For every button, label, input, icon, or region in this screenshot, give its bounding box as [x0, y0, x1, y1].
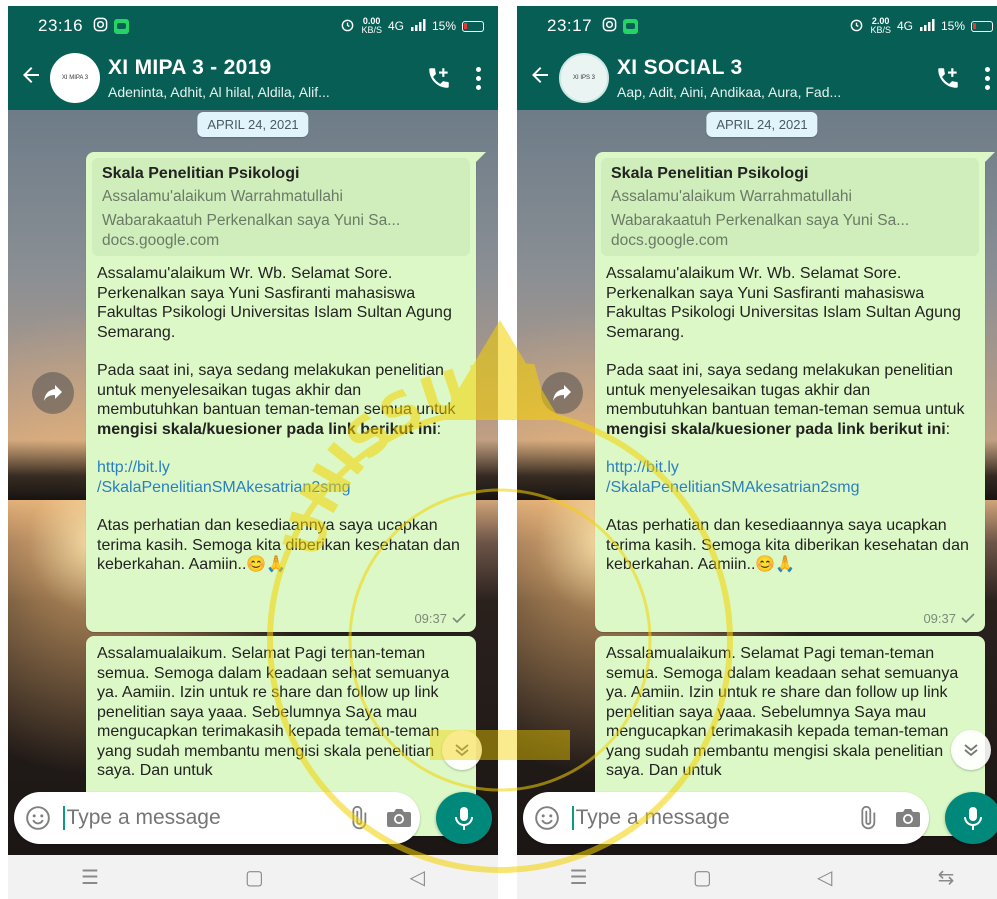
signal-bars-icon: [410, 18, 426, 34]
back-nav-icon[interactable]: ◁: [817, 865, 832, 890]
instagram-icon: [93, 17, 108, 35]
message-paragraph: Atas perhatian dan kesediaannya saya uca…: [97, 517, 460, 573]
whatsapp-notification-icon: [114, 18, 130, 34]
battery-icon: [971, 20, 993, 32]
instagram-icon: [602, 17, 617, 35]
phone-screen-right: 23:17 2.00 KB/S 4G 15% XI IPS 3 XI SOCIAL: [517, 6, 997, 899]
text-cursor: [62, 806, 65, 830]
chat-title: XI SOCIAL 3: [617, 56, 743, 79]
message-paragraph: Pada saat ini, saya sedang melakukan pen…: [97, 362, 456, 438]
message-input-bar: [14, 792, 420, 844]
message-paragraph: Assalamu'alaikum Wr. Wb. Selamat Sore. P…: [606, 265, 961, 341]
battery-percent: 15%: [940, 19, 965, 33]
microphone-button[interactable]: [436, 792, 492, 844]
message-link[interactable]: http://bit.ly/SkalaPenelitianSMAkesatria…: [97, 458, 466, 497]
status-time: 23:17: [547, 16, 593, 35]
status-time: 23:16: [38, 16, 84, 35]
battery-percent: 15%: [431, 19, 456, 33]
scroll-down-icon[interactable]: [951, 730, 991, 770]
home-nav-icon[interactable]: ▢: [245, 865, 264, 890]
link-preview[interactable]: Skala Penelitian Psikologi Assalamu'alai…: [92, 158, 470, 256]
add-call-icon[interactable]: [420, 58, 458, 98]
microphone-button[interactable]: [945, 792, 997, 844]
link-preview-desc-line1: Assalamu'alaikum Warrahmatullahi: [611, 188, 852, 205]
group-avatar[interactable]: XI MIPA 3: [50, 53, 100, 103]
chat-participants: Aap, Adit, Aini, Andikaa, Aura, Fad...: [617, 84, 842, 100]
sent-check-icon: [961, 611, 975, 626]
message-text: Assalamu'alaikum Wr. Wb. Selamat Sore. P…: [86, 256, 476, 575]
add-call-icon[interactable]: [929, 58, 967, 98]
more-options-icon[interactable]: [967, 66, 997, 90]
message-bubble[interactable]: Skala Penelitian Psikologi Assalamu'alai…: [86, 152, 486, 632]
status-bar: 23:17 2.00 KB/S 4G 15%: [517, 6, 997, 46]
forward-icon[interactable]: [32, 372, 74, 414]
message-paragraph: Atas perhatian dan kesediaannya saya uca…: [606, 517, 969, 573]
network-speed: 2.00 KB/S: [870, 16, 891, 35]
alarm-icon: [849, 17, 864, 35]
link-preview-domain: docs.google.com: [611, 232, 729, 249]
chat-header: XI MIPA 3 XI MIPA 3 - 2019 Adeninta, Adh…: [8, 46, 498, 110]
network-speed: 0.00 KB/S: [361, 16, 382, 35]
rotate-nav-icon[interactable]: ⇆: [938, 865, 955, 890]
message-meta: 09:37: [923, 611, 975, 626]
link-preview-title: Skala Penelitian Psikologi: [611, 165, 809, 182]
message-paragraph: Assalamu'alaikum Wr. Wb. Selamat Sore. P…: [97, 265, 452, 341]
message-meta: 09:37: [414, 611, 466, 626]
message-text: Assalamualaikum. Selamat Pagi teman-tema…: [606, 645, 959, 779]
sent-check-icon: [452, 611, 466, 626]
whatsapp-notification-icon: [623, 18, 639, 34]
message-time: 09:37: [923, 611, 956, 626]
emoji-icon[interactable]: [14, 805, 63, 831]
chat-title: XI MIPA 3 - 2019: [108, 56, 272, 79]
link-preview-desc-line1: Assalamu'alaikum Warrahmatullahi: [102, 188, 343, 205]
camera-icon[interactable]: [888, 807, 929, 829]
message-text: Assalamu'alaikum Wr. Wb. Selamat Sore. P…: [595, 256, 985, 575]
emoji-icon[interactable]: [523, 805, 572, 831]
message-text: Assalamualaikum. Selamat Pagi teman-tema…: [97, 645, 450, 779]
back-arrow-icon[interactable]: [523, 63, 557, 94]
link-preview[interactable]: Skala Penelitian Psikologi Assalamu'alai…: [601, 158, 979, 256]
home-nav-icon[interactable]: ▢: [693, 865, 712, 890]
group-avatar[interactable]: XI IPS 3: [559, 53, 609, 103]
more-options-icon[interactable]: [458, 66, 498, 90]
menu-nav-icon[interactable]: ☰: [81, 865, 99, 890]
forward-icon[interactable]: [541, 372, 583, 414]
text-cursor: [571, 806, 574, 830]
chat-title-block[interactable]: XI MIPA 3 - 2019 Adeninta, Adhit, Al hil…: [108, 56, 420, 100]
status-bar: 23:16 0.00 KB/S 4G 15%: [8, 6, 498, 46]
link-preview-domain: docs.google.com: [102, 232, 220, 249]
phone-screen-left: 23:16 0.00KB/S 4G 15% XI MIPA 3 XI MIPA: [8, 6, 498, 899]
date-chip: APRIL 24, 2021: [706, 112, 818, 137]
signal-4g-label: 4G: [387, 19, 404, 33]
system-nav-bar: ☰ ▢ ◁ ⇆: [517, 855, 997, 899]
alarm-icon: [340, 17, 355, 35]
back-nav-icon[interactable]: ◁: [410, 865, 425, 890]
message-input[interactable]: [575, 806, 847, 830]
scroll-down-icon[interactable]: [442, 730, 482, 770]
attach-icon[interactable]: [338, 806, 379, 830]
camera-icon[interactable]: [379, 807, 420, 829]
message-input-bar: [523, 792, 929, 844]
chat-participants: Adeninta, Adhit, Al hilal, Aldila, Alif.…: [108, 84, 330, 100]
link-preview-desc-line2: Wabarakaatuh Perkenalkan saya Yuni Sa...: [611, 212, 910, 229]
date-chip: APRIL 24, 2021: [197, 112, 309, 137]
link-preview-title: Skala Penelitian Psikologi: [102, 165, 300, 182]
system-nav-bar: ☰ ▢ ◁: [8, 855, 498, 899]
battery-icon: [462, 20, 484, 32]
chat-title-block[interactable]: XI SOCIAL 3 Aap, Adit, Aini, Andikaa, Au…: [617, 56, 929, 100]
signal-bars-icon: [919, 18, 935, 34]
back-arrow-icon[interactable]: [14, 63, 48, 94]
message-input[interactable]: [66, 806, 338, 830]
message-link[interactable]: http://bit.ly/SkalaPenelitianSMAkesatria…: [606, 458, 975, 497]
menu-nav-icon[interactable]: ☰: [570, 865, 588, 890]
message-time: 09:37: [414, 611, 447, 626]
attach-icon[interactable]: [847, 806, 888, 830]
link-preview-desc-line2: Wabarakaatuh Perkenalkan saya Yuni Sa...: [102, 212, 401, 229]
message-bubble[interactable]: Skala Penelitian Psikologi Assalamu'alai…: [595, 152, 995, 632]
message-paragraph: Pada saat ini, saya sedang melakukan pen…: [606, 362, 965, 438]
signal-4g-label: 4G: [896, 19, 913, 33]
chat-header: XI IPS 3 XI SOCIAL 3 Aap, Adit, Aini, An…: [517, 46, 997, 110]
